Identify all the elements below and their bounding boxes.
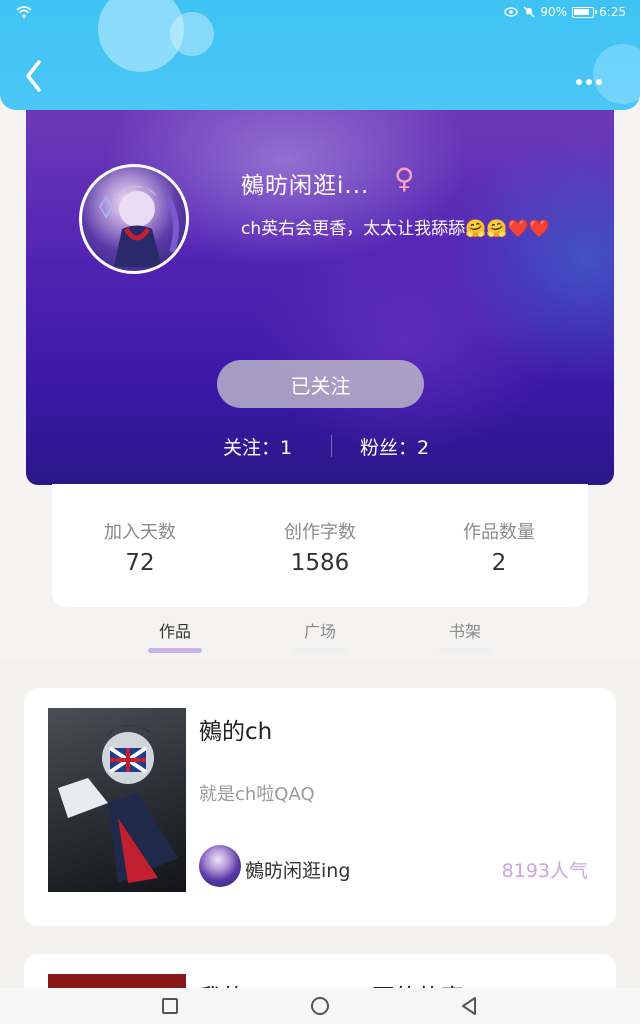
stat-join-days: 加入天数 72 (80, 518, 200, 576)
stat-works-count: 作品数量 2 (439, 518, 559, 576)
mute-icon (523, 6, 535, 18)
work-cover[interactable] (48, 708, 186, 892)
work-card[interactable]: 鵺的ch 就是ch啦QAQ 鵺昉闲逛ing 8193人气 (24, 688, 616, 926)
work-title: 鵺的ch (199, 719, 273, 745)
back-icon[interactable] (20, 56, 50, 96)
clock: 6:25 (599, 5, 626, 19)
nav-home-icon[interactable] (311, 997, 329, 1015)
stat-label: 创作字数 (284, 522, 356, 543)
wifi-icon (16, 6, 32, 18)
tab-indicator-active (148, 648, 202, 653)
gender-female-icon: ♀ (394, 162, 415, 195)
signature: ch英右会更香，太太让我舔舔🤗🤗❤️❤️ (241, 219, 550, 239)
follow-stats: 关注：1 粉丝：2 (26, 433, 614, 463)
divider (331, 435, 332, 457)
stat-word-count: 创作字数 1586 (260, 518, 380, 576)
battery-icon (572, 6, 598, 18)
status-right: 90% 6:25 (504, 5, 626, 19)
tab-indicator (293, 648, 347, 653)
tab-indicator (438, 648, 492, 653)
author-name: 鵺昉闲逛ing (245, 860, 351, 882)
stat-label: 加入天数 (104, 522, 176, 543)
nav-back-icon[interactable] (460, 996, 478, 1016)
avatar[interactable] (79, 164, 189, 274)
following-count[interactable]: 关注：1 (223, 433, 292, 460)
top-header: 90% 6:25 (0, 0, 640, 110)
tab-bar: 作品 广场 书架 (0, 612, 640, 660)
stat-value: 2 (491, 550, 507, 576)
tab-square[interactable]: 广场 (280, 618, 360, 642)
system-nav-bar (0, 988, 640, 1024)
popularity-count: 8193人气 (501, 860, 588, 882)
more-icon[interactable] (576, 70, 610, 85)
stat-value: 72 (125, 550, 155, 576)
battery-percent: 90% (540, 5, 568, 19)
tab-works[interactable]: 作品 (135, 618, 215, 642)
follow-button[interactable]: 已关注 (217, 360, 424, 408)
cover-illustration (58, 724, 178, 883)
avatar-illustration (99, 186, 179, 267)
author-avatar (199, 845, 241, 887)
eye-icon (504, 7, 519, 17)
followers-count[interactable]: 粉丝：2 (360, 433, 429, 460)
stat-value: 1586 (290, 550, 350, 576)
nickname: 鵺昉闲逛i... (241, 173, 370, 199)
status-bar: 90% 6:25 (0, 0, 640, 28)
stats-card: 加入天数 72 创作字数 1586 作品数量 2 (52, 484, 588, 607)
profile-card: 鵺昉闲逛i... ♀ ch英右会更香，太太让我舔舔🤗🤗❤️❤️ 已关注 关注：1… (26, 100, 614, 485)
tab-bookshelf[interactable]: 书架 (425, 618, 505, 642)
stat-label: 作品数量 (463, 522, 535, 543)
work-description: 就是ch啦QAQ (199, 784, 315, 805)
nav-recent-icon[interactable] (162, 998, 178, 1014)
